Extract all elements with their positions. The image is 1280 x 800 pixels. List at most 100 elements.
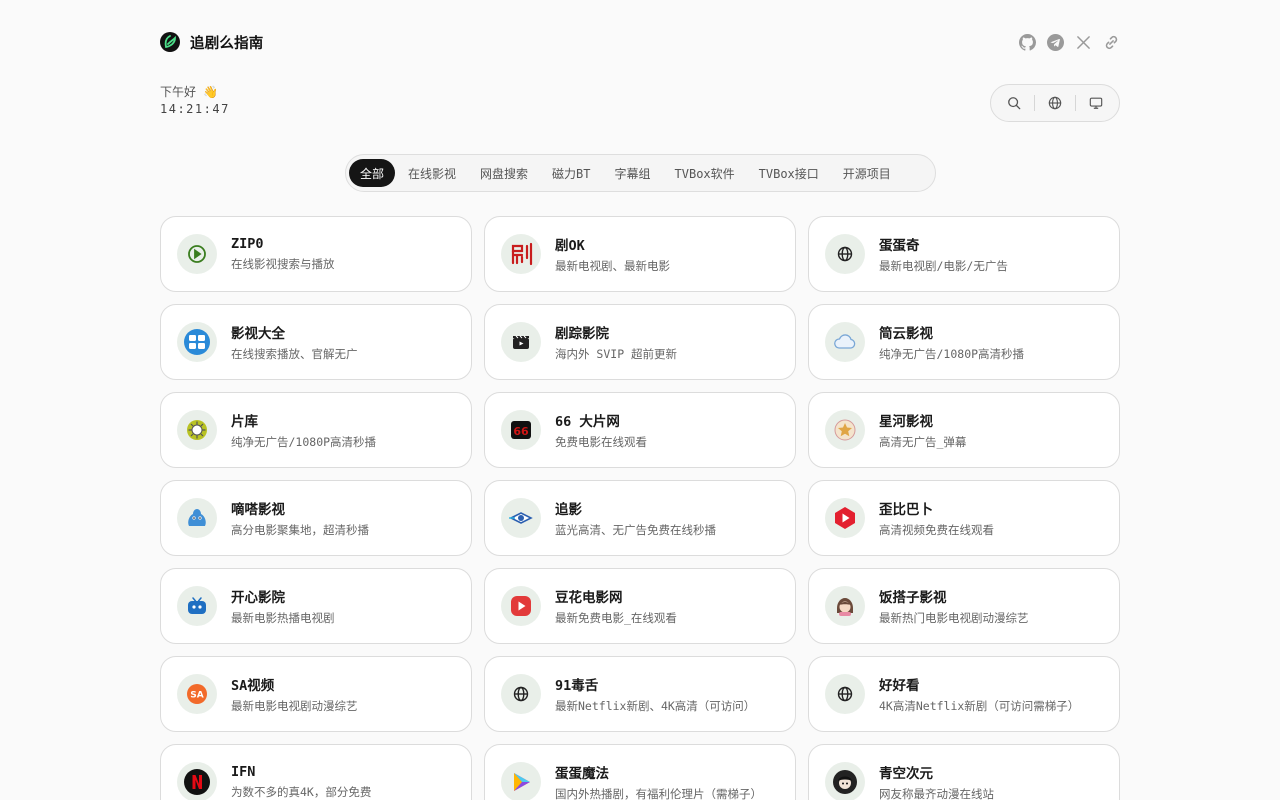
divider [1074, 95, 1076, 111]
site-card[interactable]: 蛋蛋奇最新电视剧/电影/无广告 [808, 216, 1120, 292]
card-title: IFN [231, 764, 256, 780]
card-text: 好好看 4K高清Netflix新剧（可访问需梯子） [879, 674, 1079, 714]
globe-icon[interactable] [1044, 92, 1066, 114]
card-text: IFN 为数不多的真4K，部分免费 [231, 764, 371, 800]
card-text: 影视大全在线搜索播放、官解无广 [231, 322, 358, 362]
leaf-logo-icon [160, 32, 180, 52]
greeting: 下午好 👋 14:21:47 [160, 84, 230, 118]
search-icon[interactable] [1003, 92, 1025, 114]
card-text: 嘀嗒影视高分电影聚集地，超清秒播 [231, 498, 369, 538]
card-description: 最新电影电视剧动漫综艺 [231, 699, 358, 713]
site-title: 追剧么指南 [190, 35, 264, 52]
site-card[interactable]: 剧OK 最新电视剧、最新电影 [484, 216, 796, 292]
card-description: 在线影视搜索与播放 [231, 257, 335, 271]
star-badge-icon [825, 410, 865, 450]
site-grid: ZIP0 在线影视搜索与播放 剧OK 最新电视剧、最新电影 蛋蛋奇 最新电视剧/电影/无广… [160, 216, 1120, 800]
card-description: 最新电视剧/电影/无广告 [879, 259, 1008, 273]
card-description: 最新Netflix新剧、4K高清（可访问） [555, 699, 756, 713]
card-title: 蛋蛋奇 [879, 238, 920, 254]
site-card[interactable]: 影视大全在线搜索播放、官解无广 [160, 304, 472, 380]
card-title: 影视大全 [231, 326, 285, 342]
card-title: 星河影视 [879, 414, 933, 430]
blue-monster-icon [177, 498, 217, 538]
card-description: 为数不多的真4K，部分免费 [231, 785, 372, 799]
card-description: 4K高清Netflix新剧（可访问需梯子） [879, 699, 1080, 713]
card-text: 饭搭子影视 最新热门电影电视剧动漫综艺 [879, 586, 1029, 626]
site-card[interactable]: 片库 纯净无广告/1080P高清秒播 [160, 392, 472, 468]
card-title: 开心影院 [231, 590, 285, 606]
card-text: ZIP0 在线影视搜索与播放 [231, 236, 335, 272]
card-text: 豆花电影网最新免费电影_在线观看 [555, 586, 677, 626]
site-card[interactable]: 青空次元 网友称最齐动漫在线站 [808, 744, 1120, 800]
card-text: 歪比巴卜 高清视频免费在线观看 [879, 498, 994, 538]
divider [1034, 95, 1036, 111]
site-card[interactable]: 嘀嗒影视高分电影聚集地，超清秒播 [160, 480, 472, 556]
card-description: 蓝光高清、无广告免费在线秒播 [555, 523, 716, 537]
tab-5[interactable]: TVBox软件 [664, 159, 746, 187]
tab-1[interactable]: 在线影视 [397, 159, 467, 187]
tab-0[interactable]: 全部 [349, 159, 396, 187]
netflix-n-icon [177, 762, 217, 800]
card-text: 91毒舌 最新Netflix新剧、4K高清（可访问） [555, 674, 755, 714]
site-card[interactable]: 星河影视 高清无广告_弹幕 [808, 392, 1120, 468]
card-title: 蛋蛋魔法 [555, 766, 609, 782]
svg-text:66: 66 [513, 425, 529, 438]
site-card[interactable]: 66 66 大片网 免费电影在线观看 [484, 392, 796, 468]
card-text: 剧踪影院 海内外 SVIP 超前更新 [555, 322, 677, 362]
card-title: 嘀嗒影视 [231, 502, 285, 518]
tab-2[interactable]: 网盘搜索 [469, 159, 539, 187]
avatar-girl-icon [825, 586, 865, 626]
card-text: 66 大片网 免费电影在线观看 [555, 410, 647, 450]
cloud-icon [825, 322, 865, 362]
tab-3[interactable]: 磁力BT [541, 159, 601, 187]
globe-icon [501, 674, 541, 714]
card-text: 片库 纯净无广告/1080P高清秒播 [231, 410, 376, 450]
site-card[interactable]: ZIP0 在线影视搜索与播放 [160, 216, 472, 292]
tab-6[interactable]: TVBox接口 [748, 159, 830, 187]
site-card[interactable]: 开心影院 最新电影热播电视剧 [160, 568, 472, 644]
ju-ok-logo-icon [501, 234, 541, 274]
site-card[interactable]: 饭搭子影视 最新热门电影电视剧动漫综艺 [808, 568, 1120, 644]
card-description: 海内外 SVIP 超前更新 [555, 347, 678, 361]
card-title: 片库 [231, 414, 258, 430]
site-card[interactable]: SA SA视频最新电影电视剧动漫综艺 [160, 656, 472, 732]
card-description: 最新免费电影_在线观看 [555, 611, 677, 625]
site-card[interactable]: 91毒舌 最新Netflix新剧、4K高清（可访问） [484, 656, 796, 732]
card-text: 蛋蛋魔法 国内外热播剧，有福利伦理片（需梯子） [555, 762, 762, 800]
social-links [1018, 33, 1120, 51]
x-icon[interactable] [1074, 33, 1092, 51]
site-card[interactable]: 简云影视 纯净无广告/1080P高清秒播 [808, 304, 1120, 380]
category-tabs: 全部 在线影视 网盘搜索 磁力BT 字幕组 TVBox软件 TVBox接口 开源项目 [345, 154, 936, 192]
card-description: 免费电影在线观看 [555, 435, 647, 449]
card-title: 豆花电影网 [555, 590, 623, 606]
tab-7[interactable]: 开源项目 [832, 159, 902, 187]
site-card[interactable]: 追影蓝光高清、无广告免费在线秒播 [484, 480, 796, 556]
card-text: SA视频最新电影电视剧动漫综艺 [231, 674, 358, 714]
header: 追剧么指南 [160, 31, 1120, 53]
card-description: 最新电视剧、最新电影 [555, 259, 670, 273]
site-card[interactable]: 蛋蛋魔法 国内外热播剧，有福利伦理片（需梯子） [484, 744, 796, 800]
site-card[interactable]: 歪比巴卜 高清视频免费在线观看 [808, 480, 1120, 556]
card-description: 高清视频免费在线观看 [879, 523, 994, 537]
site-card[interactable]: 好好看 4K高清Netflix新剧（可访问需梯子） [808, 656, 1120, 732]
site-card[interactable]: 剧踪影院 海内外 SVIP 超前更新 [484, 304, 796, 380]
globe-icon [825, 674, 865, 714]
tab-4[interactable]: 字幕组 [604, 159, 662, 187]
brand[interactable]: 追剧么指南 [160, 32, 264, 53]
card-title: SA视频 [231, 678, 275, 694]
telegram-icon[interactable] [1046, 33, 1064, 51]
site-card[interactable]: IFN 为数不多的真4K，部分免费 [160, 744, 472, 800]
card-title: 追影 [555, 502, 582, 518]
monitor-icon[interactable] [1085, 92, 1107, 114]
card-title: 简云影视 [879, 326, 933, 342]
card-description: 高分电影聚集地，超清秒播 [231, 523, 369, 537]
sun-icon [177, 410, 217, 450]
card-description: 在线搜索播放、官解无广 [231, 347, 358, 361]
site-card[interactable]: 豆花电影网最新免费电影_在线观看 [484, 568, 796, 644]
card-text: 青空次元 网友称最齐动漫在线站 [879, 762, 994, 800]
svg-text:SA: SA [190, 691, 203, 701]
card-text: 简云影视 纯净无广告/1080P高清秒播 [879, 322, 1024, 362]
github-icon[interactable] [1018, 33, 1036, 51]
greeting-text: 下午好 👋 [160, 85, 219, 99]
link-icon[interactable] [1102, 33, 1120, 51]
